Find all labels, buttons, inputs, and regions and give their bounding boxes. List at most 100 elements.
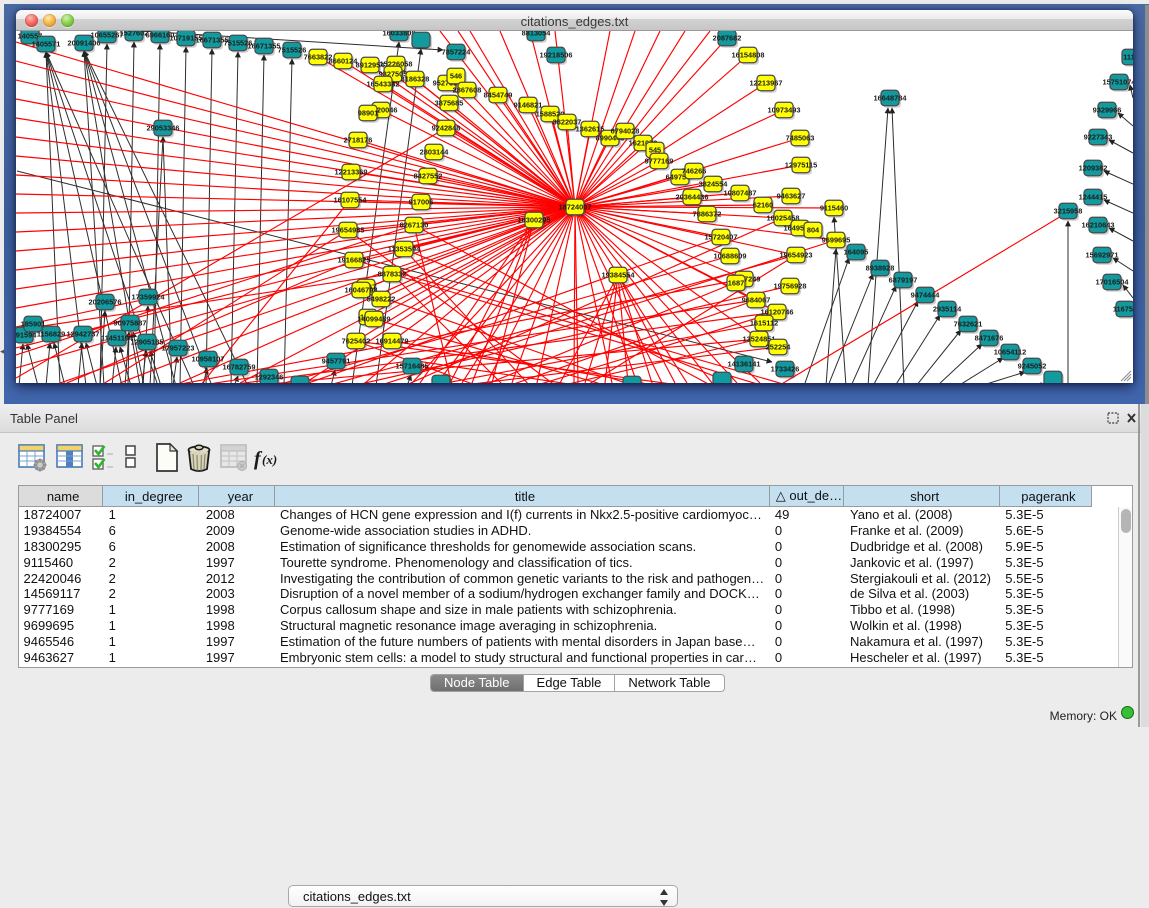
svg-text:8454749: 8454749: [484, 91, 513, 100]
svg-text:10807487: 10807487: [724, 189, 757, 198]
svg-text:1117: 1117: [1123, 53, 1133, 62]
svg-text:9227343: 9227343: [1084, 133, 1113, 142]
svg-text:17957223: 17957223: [162, 344, 195, 353]
svg-text:9777169: 9777169: [645, 157, 674, 166]
svg-text:1244415: 1244415: [1079, 193, 1108, 202]
svg-text:15716485: 15716485: [396, 362, 429, 371]
svg-text:9329966: 9329966: [1093, 106, 1122, 115]
svg-text:1615112: 1615112: [750, 319, 778, 328]
svg-text:185901: 185901: [21, 320, 46, 329]
svg-text:917006: 917006: [409, 198, 434, 207]
svg-text:8813054: 8813054: [522, 31, 552, 38]
svg-text:7515526: 7515526: [278, 46, 307, 55]
svg-text:2718176: 2718176: [344, 136, 373, 145]
svg-text:8878332: 8878332: [378, 270, 407, 279]
svg-text:7886372: 7886372: [693, 210, 722, 219]
svg-text:19166825: 19166825: [338, 256, 371, 265]
svg-text:19654985: 19654985: [332, 226, 365, 235]
svg-text:16154808: 16154808: [732, 51, 765, 60]
svg-text:16210643: 16210643: [1082, 221, 1115, 230]
svg-text:10958107: 10958107: [192, 355, 225, 364]
svg-text:6794028: 6794028: [611, 127, 640, 136]
svg-text:98901: 98901: [358, 109, 379, 118]
svg-text:9463627: 9463627: [777, 192, 806, 201]
svg-text:546: 546: [450, 72, 462, 81]
svg-text:11451194: 11451194: [101, 334, 134, 343]
svg-text:20206576: 20206576: [89, 298, 122, 307]
svg-text:9115460: 9115460: [820, 204, 848, 213]
svg-text:62160: 62160: [753, 201, 774, 210]
svg-text:16914479: 16914479: [376, 337, 409, 346]
svg-text:1527602: 1527602: [120, 31, 149, 38]
svg-text:16648784: 16648784: [874, 94, 908, 103]
svg-text:7632621: 7632621: [954, 320, 983, 329]
svg-text:3875685: 3875685: [435, 99, 464, 108]
svg-text:18724007: 18724007: [559, 203, 592, 212]
svg-text:8471676: 8471676: [975, 334, 1004, 343]
svg-text:15720407: 15720407: [705, 233, 738, 242]
svg-text:3215958: 3215958: [1054, 207, 1083, 216]
svg-text:19756928: 19756928: [774, 282, 807, 291]
svg-text:12905185: 12905185: [131, 338, 164, 347]
svg-text:252254: 252254: [766, 343, 792, 352]
svg-text:12975115: 12975115: [785, 161, 817, 170]
svg-text:12942737: 12942737: [67, 330, 100, 339]
svg-text:7857224: 7857224: [442, 48, 472, 57]
svg-text:1687: 1687: [728, 279, 744, 288]
svg-text:16033809: 16033809: [383, 31, 416, 38]
svg-text:1362615: 1362615: [576, 125, 605, 134]
svg-text:2867608: 2867608: [453, 86, 482, 95]
svg-text:17359924: 17359924: [132, 293, 166, 302]
svg-text:164095: 164095: [844, 248, 869, 257]
svg-text:8186328: 8186328: [401, 75, 430, 84]
svg-text:16782759: 16782759: [223, 363, 256, 372]
svg-text:8938928: 8938928: [866, 264, 895, 273]
svg-text:2803144: 2803144: [420, 148, 450, 157]
svg-text:7485063: 7485063: [786, 134, 815, 143]
svg-text:90975887: 90975887: [114, 319, 147, 328]
svg-text:5498222: 5498222: [367, 295, 396, 304]
svg-text:19384554: 19384554: [602, 271, 636, 280]
svg-text:1209382: 1209382: [1079, 164, 1108, 173]
svg-text:6879197: 6879197: [889, 276, 918, 285]
svg-text:9474444: 9474444: [911, 291, 941, 300]
svg-text:804: 804: [807, 226, 820, 235]
svg-text:15692971: 15692971: [1086, 251, 1119, 260]
svg-text:16543382: 16543382: [367, 80, 400, 89]
svg-text:9684067: 9684067: [742, 296, 771, 305]
svg-text:1405571: 1405571: [32, 40, 61, 49]
svg-text:18300295: 18300295: [518, 216, 551, 225]
svg-text:9457791: 9457791: [322, 357, 351, 366]
svg-text:14136141: 14136141: [728, 360, 761, 369]
svg-text:10688609: 10688609: [714, 252, 747, 261]
svg-text:19218506: 19218506: [540, 51, 573, 60]
svg-text:8660124: 8660124: [329, 57, 359, 66]
svg-text:1292346: 1292346: [255, 373, 284, 382]
svg-text:10654112: 10654112: [994, 348, 1026, 357]
svg-text:10655267: 10655267: [91, 31, 124, 40]
svg-text:8427552: 8427552: [414, 172, 443, 181]
svg-text:29053346: 29053346: [147, 124, 180, 133]
svg-text:15751074: 15751074: [1103, 78, 1133, 87]
svg-text:9242848: 9242848: [432, 124, 461, 133]
svg-text:9245052: 9245052: [1018, 362, 1047, 371]
svg-text:20091406: 20091406: [68, 39, 101, 48]
svg-text:14099489: 14099489: [358, 315, 391, 324]
svg-text:12213967: 12213967: [750, 79, 783, 88]
svg-text:7625402: 7625402: [342, 337, 371, 346]
svg-text:1156829: 1156829: [37, 330, 65, 339]
svg-text:12213369: 12213369: [335, 168, 368, 177]
svg-text:2087682: 2087682: [713, 34, 742, 43]
svg-text:2935114: 2935114: [933, 305, 962, 314]
svg-text:20364436: 20364436: [676, 193, 709, 202]
svg-text:746266: 746266: [682, 167, 707, 176]
svg-text:9146821: 9146821: [514, 101, 543, 110]
svg-text:3824554: 3824554: [699, 180, 729, 189]
svg-text:1733426: 1733426: [771, 365, 800, 374]
svg-text:10973493: 10973493: [768, 106, 801, 115]
svg-text:11353594: 11353594: [388, 245, 421, 254]
svg-text:16671355: 16671355: [248, 42, 281, 51]
svg-text:16107554: 16107554: [334, 196, 368, 205]
svg-text:17016504: 17016504: [1096, 278, 1130, 287]
svg-text:19654923: 19654923: [780, 251, 813, 260]
